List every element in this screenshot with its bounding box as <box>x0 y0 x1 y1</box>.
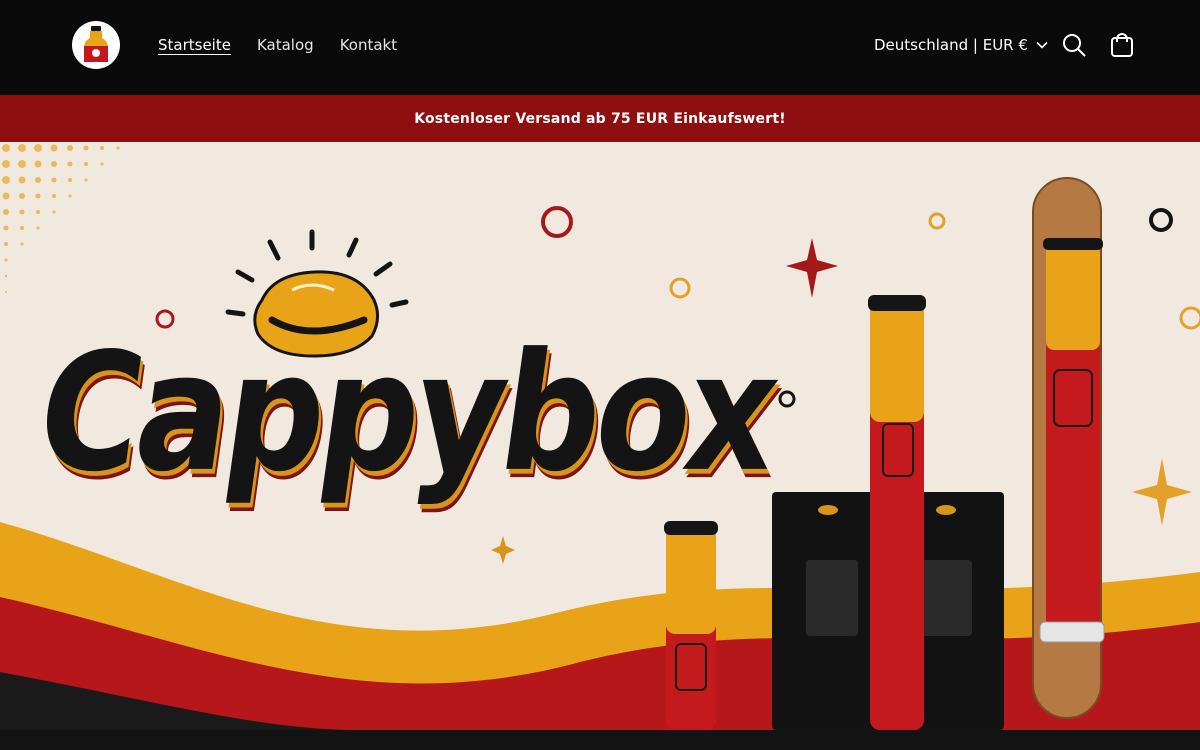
site-header: Startseite Katalog Kontakt Deutschland |… <box>0 0 1200 95</box>
opener-small <box>664 521 718 730</box>
nav-link-katalog[interactable]: Katalog <box>257 35 314 55</box>
main-nav: Startseite Katalog Kontakt <box>158 35 397 55</box>
announcement-text: Kostenloser Versand ab 75 EUR Einkaufswe… <box>414 110 786 127</box>
opener-tall <box>868 295 926 730</box>
search-icon[interactable] <box>1060 31 1088 59</box>
cart-icon[interactable] <box>1108 31 1136 59</box>
page-bottom-strip <box>0 730 1200 750</box>
announcement-bar: Kostenloser Versand ab 75 EUR Einkaufswe… <box>0 95 1200 142</box>
bottle-logo-icon <box>84 26 108 62</box>
chevron-down-icon <box>1036 41 1048 49</box>
halftone-dots <box>2 144 120 293</box>
hero-banner: Cappybox <box>0 142 1200 730</box>
locale-label: Deutschland | EUR € <box>874 36 1028 54</box>
nav-link-startseite[interactable]: Startseite <box>158 35 231 55</box>
hero-brand-wordmark: Cappybox <box>27 317 787 508</box>
country-currency-selector[interactable]: Deutschland | EUR € <box>874 35 1048 55</box>
nav-link-kontakt[interactable]: Kontakt <box>340 35 397 55</box>
wall-mounted-opener <box>1032 177 1105 719</box>
store-logo[interactable] <box>72 21 120 69</box>
